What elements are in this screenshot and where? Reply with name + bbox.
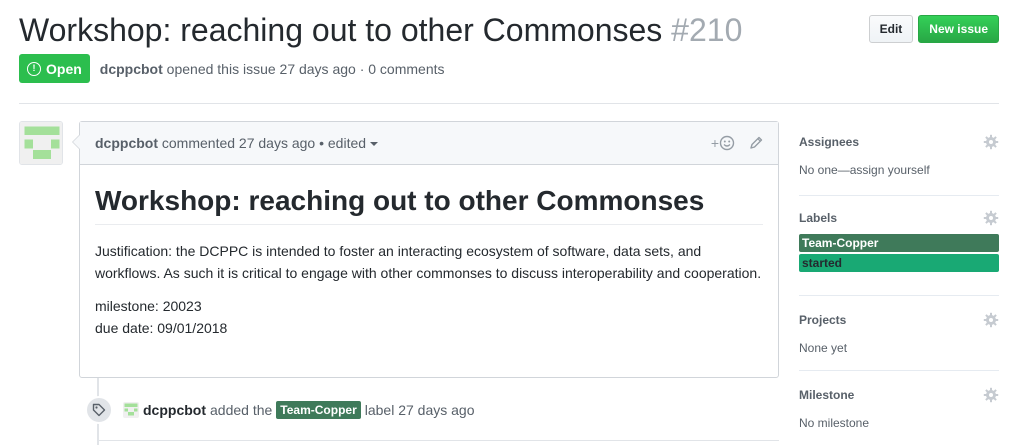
comment-body: Workshop: reaching out to other Commonse… xyxy=(80,165,778,354)
issue-meta-text: dcppcbot opened this issue 27 days ago ·… xyxy=(100,61,445,77)
header-divider xyxy=(19,103,999,104)
event-avatar[interactable] xyxy=(123,402,139,418)
title-row: Workshop: reaching out to other Commonse… xyxy=(19,10,999,50)
tag-icon xyxy=(85,396,113,424)
issue-header: Workshop: reaching out to other Commonse… xyxy=(19,10,999,83)
event-text-after: label 27 days ago xyxy=(364,402,475,418)
issue-meta-detail: opened this issue 27 days ago · 0 commen… xyxy=(166,60,445,77)
sidebar-milestone: Milestone No milestone xyxy=(799,371,999,441)
issue-sidebar: Assignees No one—assign yourself Labels xyxy=(799,121,999,441)
comment-actions: + xyxy=(711,135,763,151)
status-badge: ! Open xyxy=(19,54,90,83)
comment-author-link[interactable]: dcppcbot xyxy=(95,135,158,151)
smiley-icon xyxy=(719,135,735,151)
event-divider xyxy=(99,440,779,441)
issue-title-text: Workshop: reaching out to other Commonse… xyxy=(19,12,663,48)
comment-header-text: dcppcbot commented 27 days ago • edited xyxy=(95,135,379,151)
comment-header: dcppcbot commented 27 days ago • edited … xyxy=(80,122,778,165)
timeline-event: dcppcbot added the Team-Copper label 27 … xyxy=(85,396,475,424)
label-started[interactable]: started xyxy=(799,254,999,272)
sidebar-label-list: Team-Copper started xyxy=(799,234,999,272)
edit-comment-button[interactable] xyxy=(749,136,763,150)
label-team-copper[interactable]: Team-Copper xyxy=(799,234,999,252)
sidebar-milestone-title: Milestone xyxy=(799,388,855,402)
sidebar-assignees: Assignees No one—assign yourself xyxy=(799,121,999,196)
issue-comment: dcppcbot commented 27 days ago • edited … xyxy=(72,121,779,378)
gear-icon[interactable] xyxy=(983,134,999,150)
comment-details: milestone: 20023 due date: 09/01/2018 xyxy=(95,295,763,339)
comment-due-line: due date: 09/01/2018 xyxy=(95,320,228,336)
event-author-link[interactable]: dcppcbot xyxy=(143,402,206,418)
sidebar-assignees-value[interactable]: No one—assign yourself xyxy=(799,161,999,179)
pencil-icon xyxy=(750,136,763,149)
event-text: dcppcbot added the Team-Copper label 27 … xyxy=(143,401,475,419)
header-actions: Edit New issue xyxy=(868,15,999,43)
sidebar-projects-value: None yet xyxy=(799,341,848,355)
comment-justification: Justification: the DCPPC is intended to … xyxy=(95,243,762,281)
sidebar-labels-header: Labels xyxy=(799,209,999,227)
issue-opened-icon: ! xyxy=(27,61,41,76)
sidebar-labels: Labels Team-Copper started xyxy=(799,196,999,296)
issue-title: Workshop: reaching out to other Commonse… xyxy=(19,10,742,50)
reaction-plus: + xyxy=(710,135,719,151)
issue-meta: ! Open dcppcbot opened this issue 27 day… xyxy=(19,54,999,83)
sidebar-assignees-header: Assignees xyxy=(799,133,999,151)
new-issue-button[interactable]: New issue xyxy=(918,15,999,43)
sidebar-projects: Projects None yet xyxy=(799,296,999,371)
sidebar-labels-title: Labels xyxy=(799,211,838,225)
sidebar-milestone-header: Milestone xyxy=(799,386,999,404)
avatar[interactable] xyxy=(19,121,63,165)
sidebar-projects-title: Projects xyxy=(799,313,847,327)
gear-icon[interactable] xyxy=(983,210,999,226)
comment-meta[interactable]: commented 27 days ago • edited xyxy=(162,135,366,151)
add-reaction-button[interactable]: + xyxy=(711,135,735,151)
issue-author-link[interactable]: dcppcbot xyxy=(100,61,163,77)
identicon xyxy=(20,122,62,164)
sidebar-milestone-value: No milestone xyxy=(799,416,870,430)
chevron-down-icon[interactable] xyxy=(370,142,379,147)
event-text-before: added the xyxy=(210,402,273,418)
gear-icon[interactable] xyxy=(983,387,999,403)
gear-icon[interactable] xyxy=(983,312,999,328)
edit-button[interactable]: Edit xyxy=(868,15,914,43)
sidebar-assignees-title: Assignees xyxy=(799,135,860,149)
status-label: Open xyxy=(46,60,82,77)
comment-heading: Workshop: reaching out to other Commonse… xyxy=(95,184,763,225)
issue-number: #210 xyxy=(671,12,743,48)
comment-milestone-line: milestone: 20023 xyxy=(95,298,202,314)
sidebar-projects-header: Projects xyxy=(799,311,999,329)
event-label-team-copper[interactable]: Team-Copper xyxy=(276,401,361,419)
